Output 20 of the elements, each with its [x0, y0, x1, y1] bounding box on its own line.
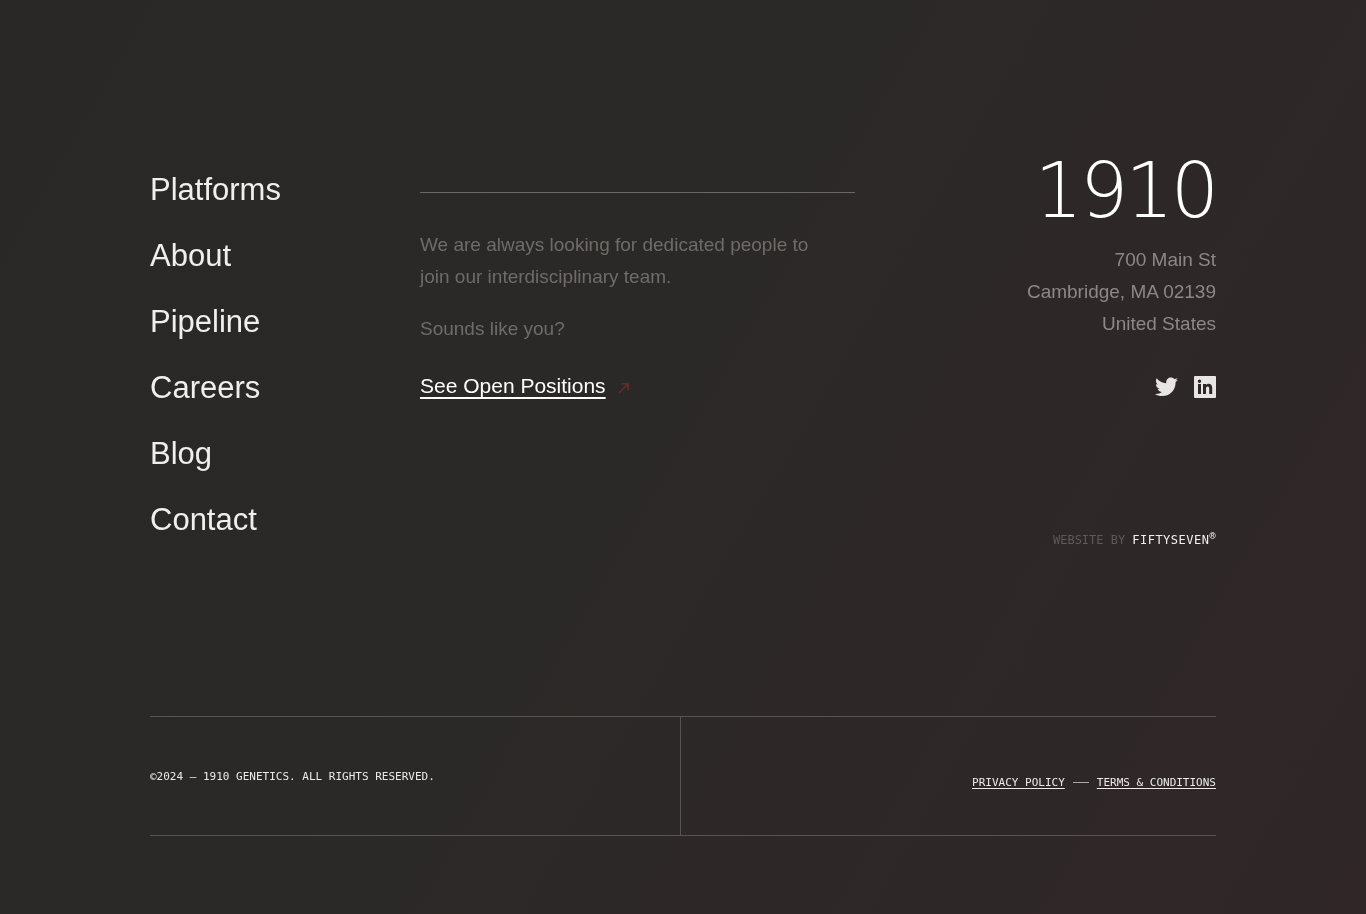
nav-link[interactable]: Pipeline [150, 289, 261, 355]
nav-link[interactable]: Platforms [150, 157, 281, 223]
nav-link[interactable]: Contact [150, 487, 257, 553]
legal-link[interactable]: TERMS & CONDITIONS [1096, 775, 1216, 789]
address-line: 700 Main St [1114, 248, 1216, 272]
studio-link[interactable]: FIFTYSEVEN$^{®}$ [1132, 530, 1216, 547]
logo[interactable]: 1910 [1034, 151, 1216, 231]
legal-link[interactable]: PRIVACY POLICY [972, 775, 1065, 789]
careers-text: We are always looking for dedicated people to join our interdisciplinary team. [420, 233, 810, 289]
linkedin-icon[interactable] [1194, 376, 1216, 398]
open-positions-link[interactable]: See Open Positions [420, 371, 606, 401]
copyright-text: ©2024 — 1910 GENETICS. ALL RIGHTS RESERVED. [150, 769, 435, 783]
careers-prompt: Sounds like you? [420, 317, 565, 341]
nav-link[interactable]: Careers [150, 355, 261, 421]
address-line: Cambridge, MA 02139 [1026, 280, 1216, 304]
nav-link[interactable]: About [150, 223, 231, 289]
nav-link[interactable]: Blog [150, 421, 213, 487]
address-line: United States [1101, 312, 1216, 336]
arrow-icon [617, 382, 629, 394]
twitter-icon[interactable] [1155, 376, 1178, 398]
